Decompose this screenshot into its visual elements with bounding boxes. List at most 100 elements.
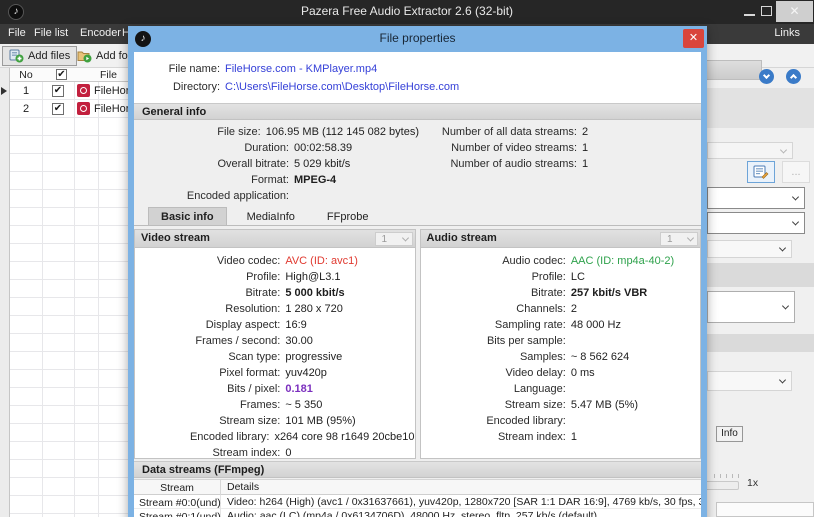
info-button[interactable]: Info xyxy=(716,426,743,442)
field-value: 0 ms xyxy=(570,367,595,379)
dialog-titlebar: ♪ File properties ✕ xyxy=(128,26,707,52)
field-value: 16:9 xyxy=(285,319,307,331)
media-file-icon xyxy=(77,102,90,115)
chevron-down-icon xyxy=(686,234,695,242)
column-header-details: Details xyxy=(227,481,260,493)
field-value: 2 xyxy=(582,126,589,138)
menu-item-encoder[interactable]: Encoder xyxy=(80,27,121,39)
bitrate-combobox[interactable] xyxy=(707,291,795,323)
right-panel-band xyxy=(707,88,814,128)
field-label: Pixel format: xyxy=(219,367,281,379)
audio-stream-selector[interactable]: 1 xyxy=(660,232,698,246)
field-label: Stream size: xyxy=(504,399,566,411)
data-stream-row[interactable]: Stream #0:1(und) Audio: aac (LC) (mp4a / … xyxy=(134,508,701,517)
slider-ticks xyxy=(714,474,740,478)
data-stream-row[interactable]: Stream #0:0(und) Video: h264 (High) (avc1… xyxy=(134,494,701,509)
field-label: Encoded library: xyxy=(189,431,270,443)
field-label: Resolution: xyxy=(225,303,281,315)
main-window-titlebar: ♪ Pazera Free Audio Extractor 2.6 (32-bi… xyxy=(0,0,814,24)
field-label: Profile: xyxy=(246,271,281,283)
row-number: 2 xyxy=(22,103,30,115)
chevron-down-icon xyxy=(401,234,409,242)
column-header-file[interactable]: File xyxy=(100,69,117,81)
stream-id-cell: Stream #0:1(und) xyxy=(134,508,221,517)
field-value: 30.00 xyxy=(285,335,313,347)
maximize-button[interactable] xyxy=(761,6,772,16)
option-combobox[interactable] xyxy=(707,240,792,258)
close-window-button[interactable]: ✕ xyxy=(776,1,813,22)
edit-form-icon xyxy=(753,165,769,179)
field-label: Number of audio streams: xyxy=(450,158,577,170)
menu-item-file-list[interactable]: File list xyxy=(34,27,68,39)
data-streams-header: Data streams (FFmpeg) xyxy=(134,461,701,478)
audio-stream-header: Audio stream xyxy=(420,230,700,248)
browse-dots-button[interactable]: ... xyxy=(782,161,810,183)
field-value: MPEG-4 xyxy=(294,174,337,186)
minimize-button[interactable] xyxy=(744,14,755,16)
general-info-row: Number of video streams: 1 xyxy=(419,140,701,156)
audio-property-row: Channels: 2 xyxy=(421,301,701,317)
add-folder-icon xyxy=(77,51,92,63)
field-label: Scan type: xyxy=(228,351,281,363)
field-label: Format: xyxy=(251,174,289,186)
channels-combobox[interactable] xyxy=(707,371,792,391)
field-label: Bits per sample: xyxy=(486,335,566,347)
menu-links[interactable]: Links xyxy=(774,27,800,39)
output-field-fragment[interactable] xyxy=(716,502,814,517)
menu-item-file[interactable]: File xyxy=(8,27,26,39)
audio-property-row: Samples: ~ 8 562 624 xyxy=(421,349,701,365)
row-checkbox[interactable]: ✔ xyxy=(52,103,64,115)
chevron-down-icon xyxy=(791,218,800,226)
field-label: File size: xyxy=(217,126,261,138)
encoder-combobox[interactable] xyxy=(707,187,805,209)
video-stream-header: Video stream xyxy=(135,230,415,248)
add-files-button[interactable]: Add files xyxy=(2,46,78,66)
directory-value: C:\Users\FileHorse.com\Desktop\FileHorse… xyxy=(225,81,460,93)
info-tabs: Basic info MediaInfo FFprobe xyxy=(134,205,701,226)
video-property-row: Video codec: AVC (ID: avc1) xyxy=(135,253,415,269)
field-value: 106.95 MB (112 145 082 bytes) xyxy=(265,126,419,138)
row-indicator-column xyxy=(0,68,10,517)
field-label: Profile: xyxy=(531,271,566,283)
right-toolbar-fragment xyxy=(707,60,762,80)
field-label: Overall bitrate: xyxy=(217,158,289,170)
field-value: ~ 8 562 624 xyxy=(570,351,630,363)
file-identity-block: File name: FileHorse.com - KMPlayer.mp4 … xyxy=(134,52,701,103)
media-file-icon xyxy=(77,84,90,97)
stream-details-cell: Audio: aac (LC) (mp4a / 0x6134706D), 480… xyxy=(227,509,598,517)
audio-property-row: Profile: LC xyxy=(421,269,701,285)
dialog-content: File name: FileHorse.com - KMPlayer.mp4 … xyxy=(134,52,701,517)
tab-mediainfo[interactable]: MediaInfo xyxy=(235,208,307,225)
field-value: 257 kbit/s VBR xyxy=(570,287,648,299)
speed-value-label: 1x xyxy=(747,477,759,489)
speed-slider[interactable] xyxy=(705,481,739,490)
field-value: 1 xyxy=(570,431,577,443)
field-value: 5 000 kbit/s xyxy=(285,287,345,299)
column-header-no[interactable]: No xyxy=(10,69,42,81)
tab-basic-info[interactable]: Basic info xyxy=(148,207,227,225)
video-property-row: Scan type: progressive xyxy=(135,349,415,365)
field-label: Channels: xyxy=(516,303,566,315)
chevron-down-icon xyxy=(778,376,787,384)
move-down-button[interactable] xyxy=(759,69,774,84)
audio-property-row: Video delay: 0 ms xyxy=(421,365,701,381)
tab-ffprobe[interactable]: FFprobe xyxy=(315,208,381,225)
audio-property-row: Language: xyxy=(421,381,701,397)
video-stream-selector[interactable]: 1 xyxy=(374,232,413,246)
audio-property-row: Bitrate: 257 kbit/s VBR xyxy=(421,285,701,301)
data-streams-table-header: Stream Details xyxy=(134,479,701,495)
stream-id-cell: Stream #0:0(und) xyxy=(134,494,221,509)
preset-combobox[interactable] xyxy=(707,212,805,234)
column-header-stream: Stream xyxy=(134,479,221,495)
chevron-down-icon xyxy=(778,244,787,252)
select-all-checkbox[interactable]: ✔ xyxy=(56,69,67,80)
field-value: 0.181 xyxy=(285,383,313,395)
dialog-close-button[interactable]: ✕ xyxy=(683,29,704,48)
row-checkbox[interactable]: ✔ xyxy=(52,85,64,97)
field-value: ~ 5 350 xyxy=(285,399,323,411)
output-format-combobox-disabled[interactable] xyxy=(707,142,793,159)
section-divider-band xyxy=(707,263,814,287)
move-up-button[interactable] xyxy=(786,69,801,84)
edit-settings-button[interactable] xyxy=(747,161,775,183)
field-value: 2 xyxy=(570,303,577,315)
